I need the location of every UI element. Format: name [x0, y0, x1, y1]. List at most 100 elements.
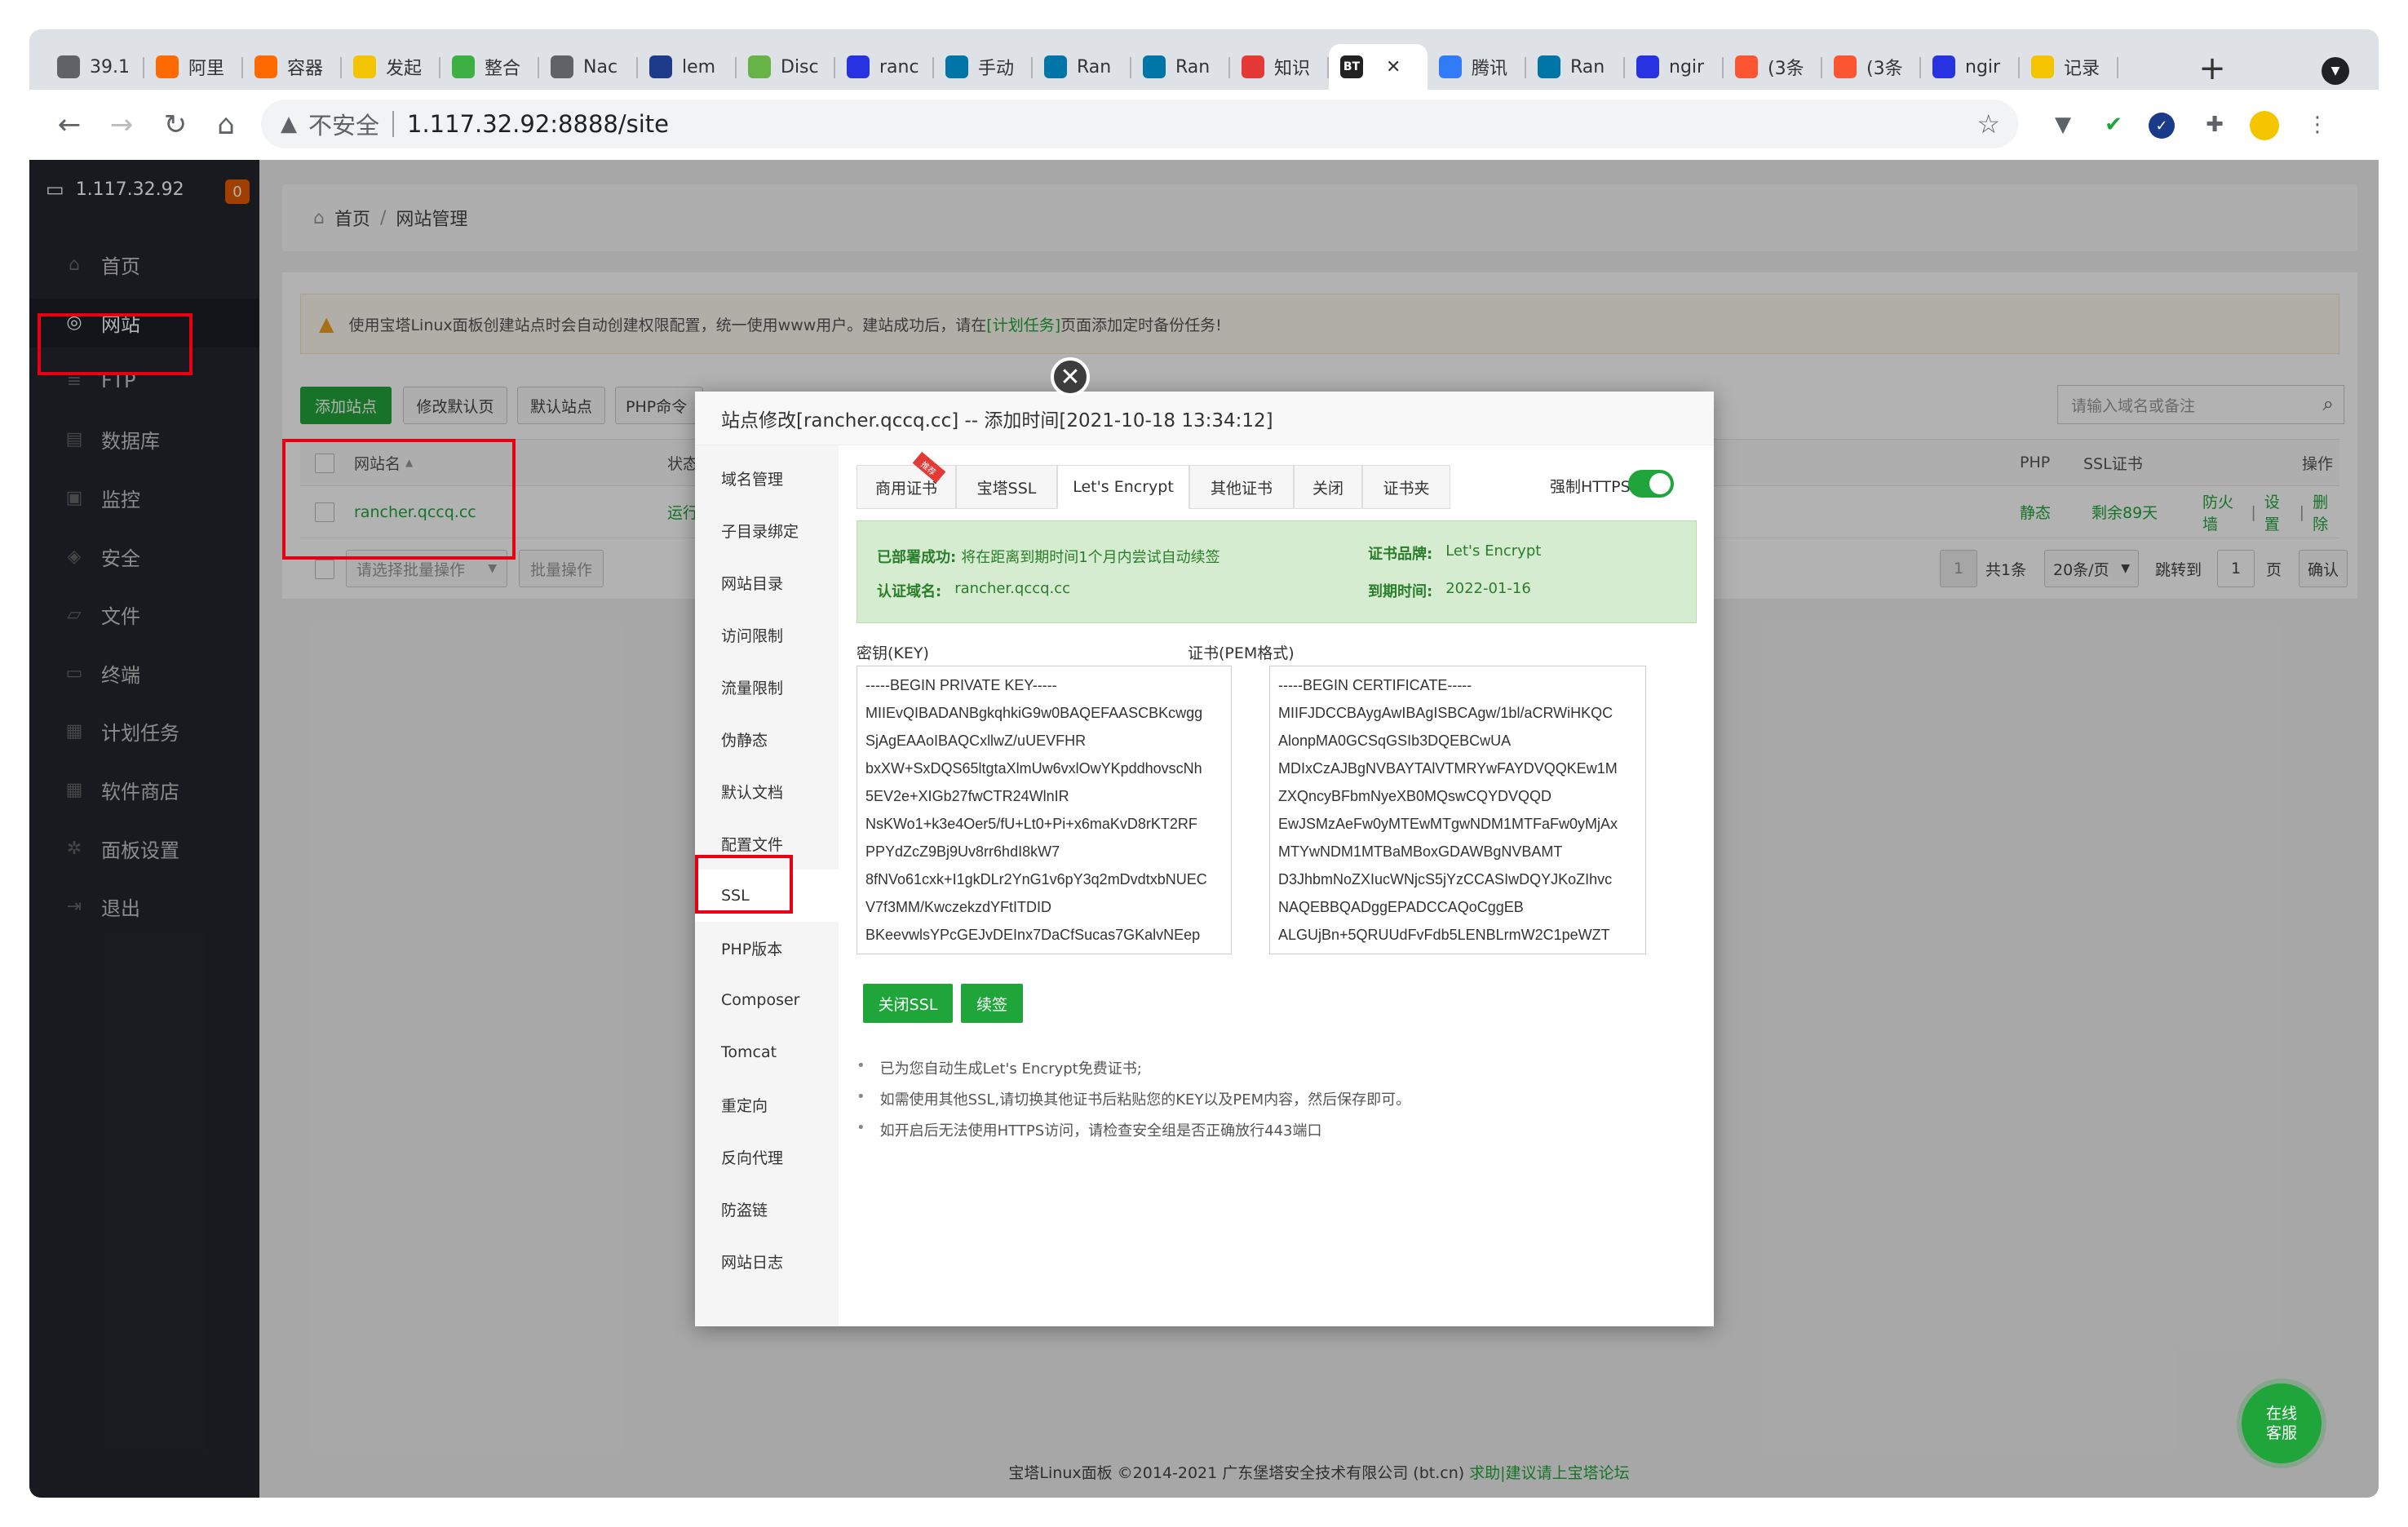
force-https-toggle[interactable]	[1628, 470, 1674, 498]
modal-nav-item[interactable]: Composer	[695, 974, 839, 1026]
check-icon	[649, 55, 672, 78]
back-button[interactable]: ←	[49, 104, 90, 145]
modal-nav-item[interactable]: Tomcat	[695, 1026, 839, 1078]
browser-tab[interactable]: ranc	[835, 44, 934, 90]
browser-tab[interactable]: 记录	[2020, 44, 2118, 90]
browser-tab[interactable]: Nac	[539, 44, 638, 90]
tab-title: Ran	[1077, 56, 1112, 77]
modal-nav-item[interactable]: 访问限制	[695, 609, 839, 661]
aliyun-icon	[156, 55, 179, 78]
browser-tab[interactable]: 阿里	[144, 44, 243, 90]
check-circle-icon[interactable]: ✓	[2149, 113, 2175, 139]
pem-line: ZXQncyBFbmNyeXB0MQswCQYDVQQD	[1278, 788, 1552, 804]
tip-item: 如需使用其他SSL,请切换其他证书后粘贴您的KEY以及PEM内容，然后保存即可。	[857, 1088, 1411, 1109]
browser-tab[interactable]: ngir	[1921, 44, 2020, 90]
tip-item: 如开启后无法使用HTTPS访问，请检查安全组是否正确放行443端口	[857, 1119, 1322, 1140]
modal-nav-item[interactable]: 防盗链	[695, 1183, 839, 1235]
modal-nav-item[interactable]: 网站日志	[695, 1235, 839, 1287]
divider	[392, 111, 395, 137]
tab-title: 整合	[485, 59, 521, 79]
forward-button[interactable]: →	[101, 104, 142, 145]
browser-tab[interactable]: (3条	[1724, 44, 1822, 90]
pem-line: ALGUjBn+5QRUUdFvFdb5LENBLrmW2C1peWZT	[1278, 927, 1610, 943]
pem-line: PPYdZcZ9Bj9Uv8rr6hdI8kW7	[865, 843, 1060, 860]
highlight-box	[282, 439, 516, 560]
browser-tab[interactable]: Ran	[1131, 44, 1230, 90]
url-text[interactable]: 1.117.32.92:8888/site	[407, 110, 669, 138]
certificate-textarea[interactable]: -----BEGIN CERTIFICATE----- MIIFJDCCBAygA…	[1269, 666, 1646, 954]
pem-line: -----BEGIN PRIVATE KEY-----	[865, 677, 1057, 693]
pem-line: V7f3MM/KwczekzdYFtITDID	[865, 899, 1052, 915]
warning-icon[interactable]: ▲	[281, 112, 297, 136]
modal-nav-item[interactable]: 反向代理	[695, 1131, 839, 1183]
puzzle-icon[interactable]: ✚	[2199, 109, 2230, 140]
new-tab-button[interactable]: +	[2193, 50, 2232, 87]
browser-tab[interactable]: 整合	[440, 44, 539, 90]
rancher-icon	[1044, 55, 1067, 78]
tab-search-icon[interactable]: ▼	[2322, 57, 2349, 85]
ssl-tab[interactable]: 证书夹	[1362, 465, 1450, 509]
browser-tab[interactable]: (3条	[1822, 44, 1921, 90]
deployed-label: 已部署成功:	[877, 549, 957, 566]
close-ssl-button[interactable]: 关闭SSL	[863, 984, 953, 1023]
avatar[interactable]	[2250, 111, 2279, 140]
chat-line1: 在线	[2265, 1405, 2297, 1423]
browser-tab[interactable]: 知识	[1230, 44, 1329, 90]
home-button[interactable]: ⌂	[206, 104, 246, 145]
vue-devtools-icon[interactable]: ▼	[2047, 109, 2078, 140]
reload-button[interactable]: ↻	[155, 104, 196, 145]
ssl-tab[interactable]: Let's Encrypt	[1057, 465, 1189, 509]
cert-label: 证书(PEM格式)	[1188, 644, 1295, 662]
browser-tab[interactable]: 容器	[243, 44, 342, 90]
modal-nav-item[interactable]: 流量限制	[695, 661, 839, 713]
modal-nav-item[interactable]: 伪静态	[695, 713, 839, 765]
modal-close-button[interactable]: ✕	[1051, 357, 1090, 396]
modal-nav-item[interactable]: 子目录绑定	[695, 504, 839, 556]
tab-title: BT	[1343, 60, 1361, 73]
bookmark-star-icon[interactable]: ☆	[1976, 108, 2000, 139]
close-tab-icon[interactable]: ✕	[1386, 57, 1401, 77]
chat-line2: 客服	[2265, 1424, 2297, 1442]
browser-tab[interactable]: 39.1	[46, 44, 144, 90]
browser-tab[interactable]: BT ✕	[1329, 44, 1428, 90]
address-bar[interactable]: ▲ 不安全 1.117.32.92:8888/site ☆	[261, 100, 2018, 148]
baidu-icon	[1636, 55, 1659, 78]
pem-line: NAQEBBQADggEPADCCAQoCggEB	[1278, 899, 1524, 915]
browser-tab[interactable]: 发起	[342, 44, 440, 90]
browser-tab[interactable]: 腾讯	[1428, 44, 1526, 90]
ssl-tab[interactable]: 其他证书	[1189, 465, 1294, 509]
modal-nav-item[interactable]: 默认文档	[695, 765, 839, 817]
modal-nav-item[interactable]: 域名管理	[695, 452, 839, 504]
ssl-panel: 商用证书 宝塔SSL Let's Encrypt 其他证书 关闭 证书夹 推荐 强制HTT…	[839, 445, 1714, 1326]
browser-tab[interactable]: Disc	[737, 44, 835, 90]
browser-tab[interactable]: lem	[638, 44, 737, 90]
browser-tab[interactable]: Ran	[1033, 44, 1131, 90]
kebab-menu-icon[interactable]: ⋮	[2302, 109, 2333, 140]
pem-line: AlonpMA0GCSqGSIb3DQEBCwUA	[1278, 733, 1512, 749]
security-label[interactable]: 不安全	[308, 107, 379, 141]
modal-nav-item[interactable]: 重定向	[695, 1078, 839, 1131]
browser-tab[interactable]: ngir	[1625, 44, 1724, 90]
expire-value: 2022-01-16	[1445, 580, 1531, 597]
tab-title: Ran	[1175, 56, 1211, 77]
browser-tab[interactable]: Ran	[1526, 44, 1625, 90]
modal-nav-item[interactable]: PHP版本	[695, 922, 839, 974]
browser-tab[interactable]: 手动	[934, 44, 1033, 90]
highlight-box	[38, 313, 193, 375]
ssl-tab[interactable]: 宝塔SSL	[956, 465, 1057, 509]
force-https-label: 强制HTTPS	[1550, 478, 1631, 496]
private-key-textarea[interactable]: -----BEGIN PRIVATE KEY----- MIIEvQIBADANB…	[857, 666, 1232, 954]
globe-icon	[551, 55, 573, 78]
brand-value: Let's Encrypt	[1445, 542, 1542, 560]
shield-check-icon[interactable]: ✔	[2098, 109, 2129, 140]
renew-button[interactable]: 续签	[961, 984, 1023, 1023]
note-icon	[2031, 55, 2054, 78]
csdn-icon	[1735, 55, 1758, 78]
deployed-text: 将在距离到期时间1个月内尝试自动续签	[961, 549, 1220, 566]
ssl-tab[interactable]: 关闭	[1294, 465, 1362, 509]
modal-nav-item[interactable]: 网站目录	[695, 556, 839, 609]
rancher-icon	[1143, 55, 1166, 78]
tab-title: 39.1	[90, 56, 130, 77]
online-support-button[interactable]: 在线 客服	[2242, 1383, 2322, 1463]
tab-title: 手动	[978, 59, 1015, 79]
